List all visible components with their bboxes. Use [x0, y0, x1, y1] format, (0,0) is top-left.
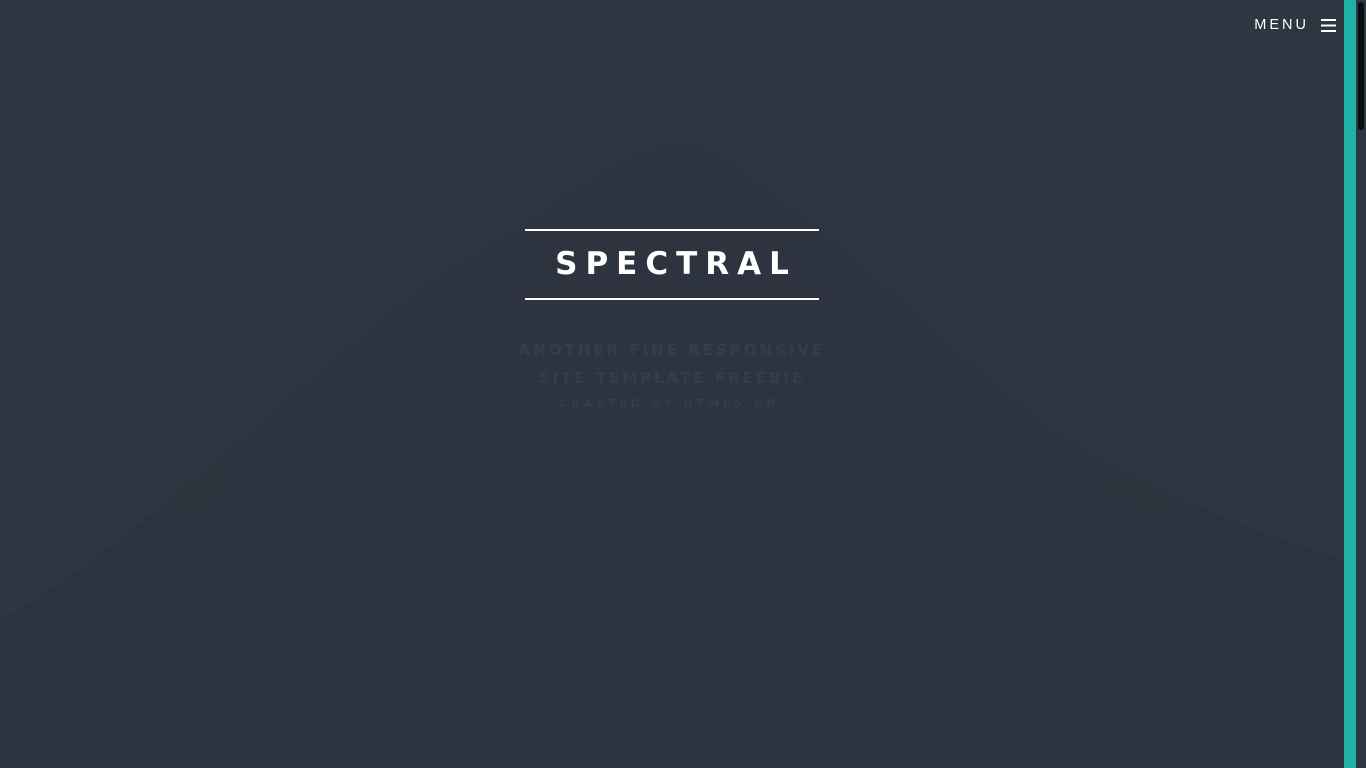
banner-section: MENU SPECTRAL ANOTHER FINE RESPONSIVE SI… — [0, 0, 1344, 768]
tagline-line-1: ANOTHER FINE RESPONSIVE — [518, 341, 826, 359]
site-title: SPECTRAL — [555, 246, 797, 282]
menu-label: MENU — [1254, 17, 1309, 33]
logo-box: SPECTRAL — [525, 229, 819, 300]
tagline-line-2: SITE TEMPLATE FREEBIE — [538, 369, 806, 387]
scroll-down-icon[interactable] — [597, 455, 747, 497]
menu-button[interactable]: MENU — [1254, 17, 1336, 33]
banner-content: SPECTRAL ANOTHER FINE RESPONSIVE SITE TE… — [0, 229, 1344, 418]
scrollbar-thumb[interactable] — [1358, 2, 1364, 130]
tagline: ANOTHER FINE RESPONSIVE SITE TEMPLATE FR… — [0, 336, 1344, 418]
tagline-line-3: CRAFTED BY HTML5 UP. — [559, 397, 785, 410]
page: MENU SPECTRAL ANOTHER FINE RESPONSIVE SI… — [0, 0, 1366, 768]
site-header: MENU — [0, 0, 1344, 54]
hamburger-icon — [1321, 18, 1336, 32]
accent-bar — [1344, 0, 1356, 768]
